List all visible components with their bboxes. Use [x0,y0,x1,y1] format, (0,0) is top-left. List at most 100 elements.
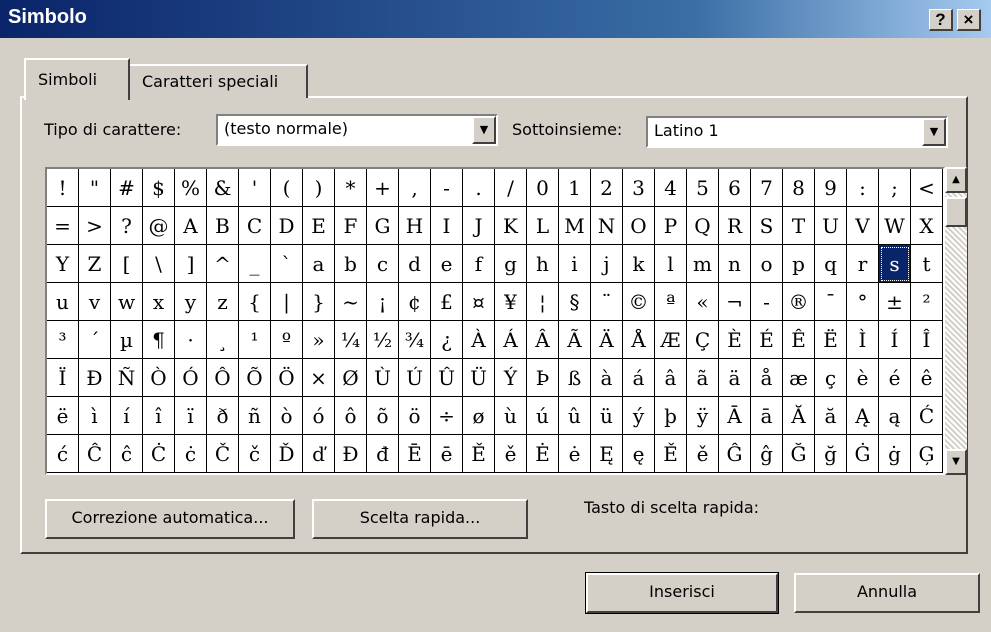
close-button[interactable]: × [957,9,981,31]
font-dropdown-button[interactable]: ▼ [472,116,496,144]
symbol-cell[interactable]: ĝ [751,435,783,473]
symbol-cell[interactable]: = [47,207,79,245]
symbol-cell[interactable]: D [271,207,303,245]
symbol-cell[interactable]: ø [463,397,495,435]
symbol-cell[interactable]: ± [879,283,911,321]
symbol-cell[interactable]: ì [79,397,111,435]
symbol-cell[interactable]: v [79,283,111,321]
symbol-cell[interactable]: Ê [783,321,815,359]
symbol-cell[interactable]: ( [271,169,303,207]
symbol-cell[interactable]: ¯ [815,283,847,321]
scroll-down-button[interactable]: ▼ [945,449,967,475]
symbol-cell[interactable]: ¬ [719,283,751,321]
symbol-cell[interactable]: B [207,207,239,245]
tab-caratteri-speciali[interactable]: Caratteri speciali [128,64,308,98]
symbol-cell[interactable]: Ë [815,321,847,359]
symbol-cell[interactable]: õ [367,397,399,435]
symbol-cell[interactable]: / [495,169,527,207]
symbol-cell[interactable]: , [399,169,431,207]
symbol-cell[interactable]: 1 [559,169,591,207]
symbol-cell[interactable]: Ç [687,321,719,359]
font-select[interactable]: (testo normale) ▼ [216,114,498,146]
symbol-cell[interactable]: t [911,245,943,283]
symbol-cell[interactable]: * [335,169,367,207]
symbol-cell[interactable]: Ñ [111,359,143,397]
symbol-cell[interactable]: J [463,207,495,245]
symbol-cell[interactable]: Ā [719,397,751,435]
symbol-cell[interactable]: X [911,207,943,245]
symbol-cell[interactable]: ÿ [687,397,719,435]
symbol-cell[interactable]: I [431,207,463,245]
help-button[interactable]: ? [929,9,953,31]
symbol-cell[interactable]: Ú [399,359,431,397]
symbol-cell[interactable]: ¢ [399,283,431,321]
symbol-cell[interactable]: % [175,169,207,207]
symbol-cell[interactable]: 6 [719,169,751,207]
symbol-cell[interactable]: H [399,207,431,245]
symbol-cell[interactable]: e [431,245,463,283]
symbol-cell[interactable]: ğ [815,435,847,473]
symbol-cell[interactable]: Ċ [143,435,175,473]
symbol-cell[interactable]: Ô [207,359,239,397]
symbol-cell[interactable]: $ [143,169,175,207]
symbol-cell[interactable]: m [687,245,719,283]
symbol-cell[interactable]: ~ [335,283,367,321]
symbol-cell[interactable]: O [623,207,655,245]
symbol-cell[interactable]: ē [431,435,463,473]
symbol-cell[interactable]: Č [207,435,239,473]
scroll-up-button[interactable]: ▲ [945,167,967,193]
symbol-cell[interactable]: - [751,283,783,321]
symbol-cell[interactable]: z [207,283,239,321]
symbol-cell[interactable]: M [559,207,591,245]
symbol-cell[interactable]: + [367,169,399,207]
symbol-cell[interactable]: T [783,207,815,245]
symbol-cell[interactable]: ½ [367,321,399,359]
symbol-cell[interactable]: ] [175,245,207,283]
symbol-cell[interactable]: ÷ [431,397,463,435]
symbol-cell[interactable]: Ė [527,435,559,473]
symbol-cell[interactable]: q [815,245,847,283]
symbol-cell[interactable]: É [751,321,783,359]
symbol-cell[interactable]: ê [911,359,943,397]
symbol-cell[interactable]: # [111,169,143,207]
symbol-cell[interactable]: r [847,245,879,283]
symbol-cell[interactable]: ù [495,397,527,435]
symbol-cell[interactable]: ä [719,359,751,397]
symbol-cell[interactable]: Ğ [783,435,815,473]
symbol-cell[interactable]: ¨ [591,283,623,321]
symbol-cell[interactable]: í [111,397,143,435]
symbol-cell[interactable]: a [303,245,335,283]
symbol-scrollbar[interactable]: ▲ ▼ [945,167,967,475]
symbol-cell[interactable]: Â [527,321,559,359]
symbol-cell[interactable]: Y [47,245,79,283]
symbol-cell[interactable]: Þ [527,359,559,397]
symbol-cell[interactable]: ě [687,435,719,473]
symbol-cell[interactable]: Õ [239,359,271,397]
symbol-cell[interactable]: ġ [879,435,911,473]
symbol-cell[interactable]: . [463,169,495,207]
symbol-cell[interactable]: | [271,283,303,321]
symbol-cell[interactable]: ñ [239,397,271,435]
symbol-cell[interactable]: @ [143,207,175,245]
symbol-cell[interactable]: ô [335,397,367,435]
shortcut-key-button[interactable]: Scelta rapida... [312,499,528,539]
autocorrect-button[interactable]: Correzione automatica... [45,499,295,539]
symbol-cell[interactable]: x [143,283,175,321]
symbol-cell[interactable]: » [303,321,335,359]
symbol-cell[interactable]: Q [687,207,719,245]
symbol-cell[interactable]: « [687,283,719,321]
symbol-cell[interactable]: á [623,359,655,397]
symbol-cell[interactable]: ® [783,283,815,321]
symbol-cell[interactable]: G [367,207,399,245]
symbol-cell[interactable]: Á [495,321,527,359]
symbol-cell[interactable]: b [335,245,367,283]
symbol-cell[interactable]: Ò [143,359,175,397]
symbol-cell[interactable]: } [303,283,335,321]
symbol-cell[interactable]: > [79,207,111,245]
symbol-cell[interactable]: L [527,207,559,245]
symbol-cell[interactable]: ð [207,397,239,435]
symbol-cell[interactable]: w [111,283,143,321]
symbol-cell[interactable]: ¸ [207,321,239,359]
symbol-cell[interactable]: ö [399,397,431,435]
symbol-cell[interactable]: đ [367,435,399,473]
